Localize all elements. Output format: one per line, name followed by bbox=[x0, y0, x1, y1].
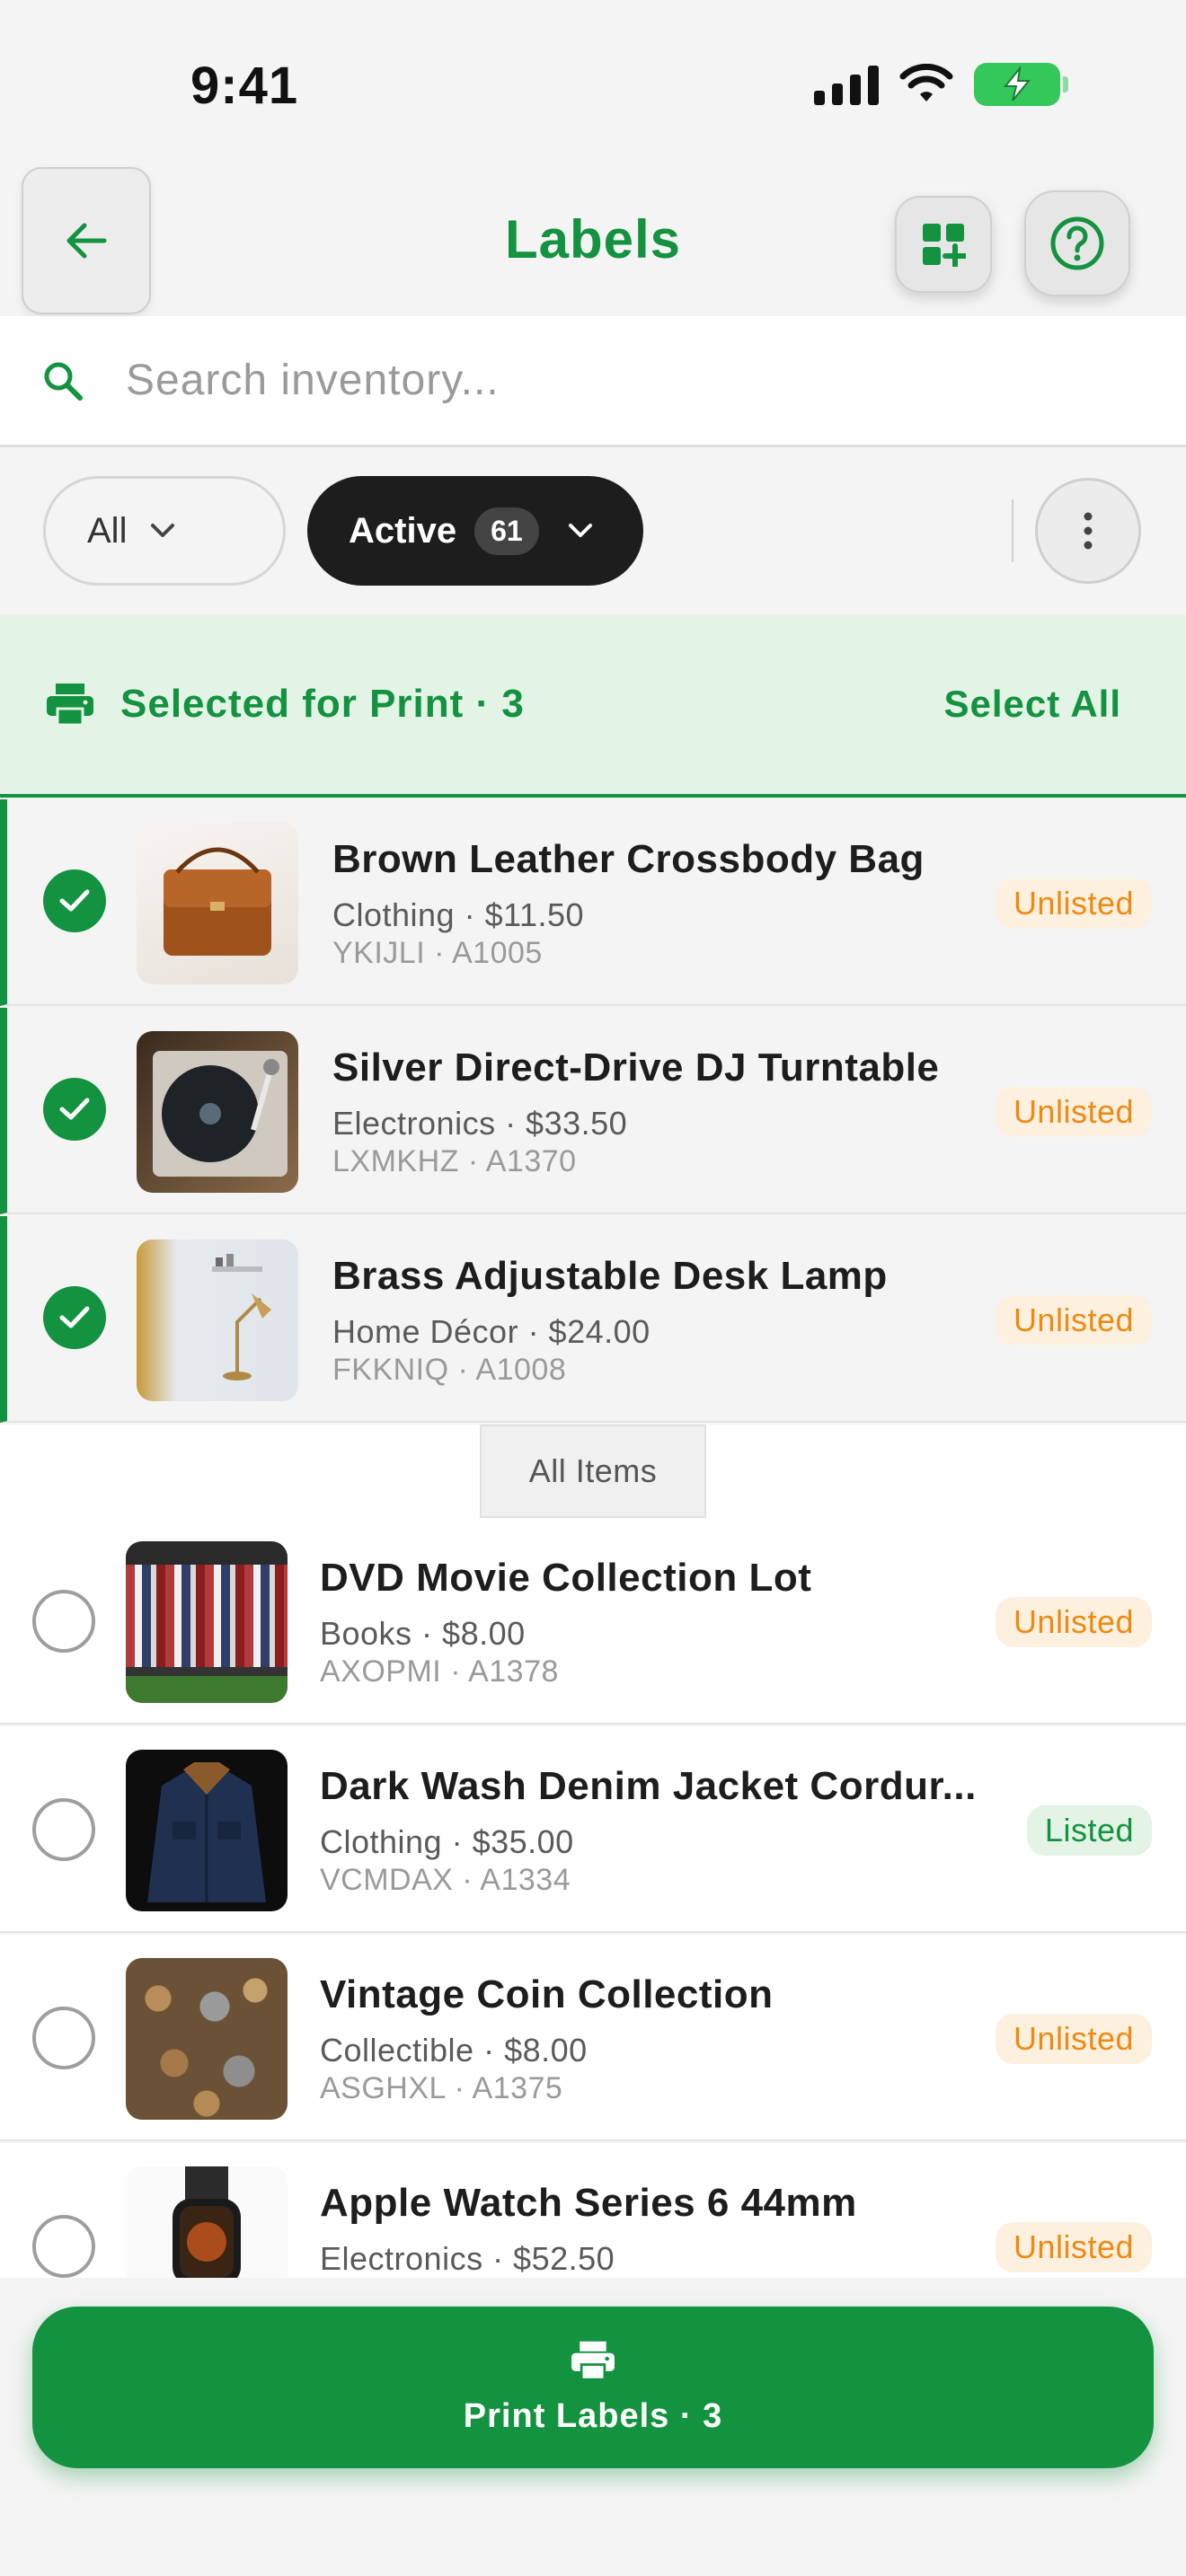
unchecked-checkbox[interactable] bbox=[32, 1590, 95, 1653]
item-sku: VCMDAX · A1334 bbox=[320, 1863, 571, 1897]
item-title: Brown Leather Crossbody Bag bbox=[332, 837, 925, 881]
filter-divider bbox=[1012, 499, 1013, 562]
search-input[interactable] bbox=[126, 356, 1114, 405]
check-icon bbox=[59, 889, 90, 912]
selected-item-row[interactable]: Brown Leather Crossbody Bag Clothing · $… bbox=[0, 799, 1186, 1006]
more-options-button[interactable] bbox=[1035, 478, 1141, 584]
selected-item-row[interactable]: Brass Adjustable Desk Lamp Home Décor · … bbox=[0, 1216, 1186, 1423]
item-category-price: Home Décor · $24.00 bbox=[332, 1313, 651, 1350]
item-title: DVD Movie Collection Lot bbox=[320, 1556, 812, 1600]
filter-active-label: Active bbox=[349, 510, 457, 551]
item-category-price: Clothing · $11.50 bbox=[332, 896, 585, 933]
item-category-price: Electronics · $33.50 bbox=[332, 1105, 628, 1142]
item-category-price: Electronics · $52.50 bbox=[320, 2240, 615, 2277]
item-title: Dark Wash Denim Jacket Cordur... bbox=[320, 1764, 977, 1808]
grid-plus-icon bbox=[923, 224, 966, 267]
chevron-down-icon bbox=[151, 524, 175, 537]
item-sku: YKIJLI · A1005 bbox=[332, 936, 543, 970]
item-row[interactable]: Vintage Coin Collection Collectible · $8… bbox=[0, 1935, 1186, 2141]
status-badge: Unlisted bbox=[995, 2014, 1152, 2064]
filter-bar: All Active 61 bbox=[0, 449, 1186, 614]
item-title: Vintage Coin Collection bbox=[320, 1972, 774, 2016]
printer-icon bbox=[47, 684, 93, 727]
unchecked-checkbox[interactable] bbox=[32, 1798, 95, 1861]
item-thumbnail bbox=[126, 1958, 288, 2120]
item-thumbnail bbox=[126, 1541, 288, 1703]
battery-charging-icon bbox=[974, 63, 1068, 106]
search-icon bbox=[44, 362, 83, 401]
active-count-badge: 61 bbox=[474, 507, 539, 555]
item-sku: LXMKHZ · A1370 bbox=[332, 1144, 577, 1178]
status-badge: Unlisted bbox=[995, 1087, 1152, 1137]
header: Labels bbox=[0, 162, 1186, 316]
bottom-action-bar: Print Labels · 3 bbox=[0, 2278, 1186, 2576]
unchecked-checkbox[interactable] bbox=[32, 2215, 95, 2278]
filter-all-label: All bbox=[87, 510, 128, 551]
status-badge: Unlisted bbox=[995, 878, 1152, 929]
print-labels-button[interactable]: Print Labels · 3 bbox=[32, 2307, 1154, 2468]
status-badge: Unlisted bbox=[995, 2222, 1152, 2272]
page-title: Labels bbox=[504, 209, 682, 269]
check-icon bbox=[59, 1306, 90, 1328]
help-button[interactable] bbox=[1024, 190, 1130, 296]
status-badge: Listed bbox=[1026, 1805, 1152, 1856]
status-badge: Unlisted bbox=[995, 1295, 1152, 1345]
item-sku: FKKNIQ · A1008 bbox=[332, 1353, 567, 1387]
status-time: 9:41 bbox=[190, 57, 299, 115]
section-label-all-items: All Items bbox=[480, 1425, 706, 1518]
item-category-price: Collectible · $8.00 bbox=[320, 2032, 588, 2069]
item-title: Silver Direct-Drive DJ Turntable bbox=[332, 1045, 940, 1090]
item-row[interactable]: Dark Wash Denim Jacket Cordur... Clothin… bbox=[0, 1726, 1186, 1933]
wifi-icon bbox=[899, 64, 953, 101]
filter-all-dropdown[interactable]: All bbox=[43, 476, 286, 586]
selected-item-row[interactable]: Silver Direct-Drive DJ Turntable Electro… bbox=[0, 1008, 1186, 1214]
printer-icon-wrap bbox=[45, 682, 97, 727]
status-icons bbox=[814, 63, 1068, 106]
item-title: Apple Watch Series 6 44mm bbox=[320, 2181, 857, 2225]
help-circle-icon bbox=[1050, 216, 1104, 270]
filter-active-dropdown[interactable]: Active 61 bbox=[307, 476, 643, 586]
selection-banner: Selected for Print · 3 Select All bbox=[0, 614, 1186, 798]
item-thumbnail bbox=[137, 1031, 298, 1193]
item-thumbnail bbox=[137, 1239, 298, 1401]
search-bar bbox=[0, 316, 1186, 447]
checked-checkbox[interactable] bbox=[43, 869, 106, 932]
chevron-down-icon bbox=[568, 524, 592, 537]
print-labels-label: Print Labels · 3 bbox=[463, 2396, 723, 2435]
item-category-price: Books · $8.00 bbox=[320, 1615, 526, 1652]
more-vertical-icon bbox=[1084, 512, 1093, 550]
item-sku: AXOPMI · A1378 bbox=[320, 1654, 559, 1689]
checked-checkbox[interactable] bbox=[43, 1078, 106, 1141]
cellular-signal-icon bbox=[814, 64, 879, 105]
check-icon bbox=[59, 1098, 90, 1120]
checked-checkbox[interactable] bbox=[43, 1286, 106, 1349]
item-sku: ASGHXL · A1375 bbox=[320, 2071, 563, 2105]
status-badge: Unlisted bbox=[995, 1597, 1152, 1647]
item-thumbnail bbox=[137, 823, 298, 984]
search-icon-wrap bbox=[0, 359, 126, 402]
select-all-button[interactable]: Select All bbox=[943, 683, 1121, 726]
item-category-price: Clothing · $35.00 bbox=[320, 1823, 574, 1860]
unchecked-checkbox[interactable] bbox=[32, 2007, 95, 2069]
item-thumbnail bbox=[126, 1750, 288, 1911]
item-title: Brass Adjustable Desk Lamp bbox=[332, 1254, 888, 1298]
printer-icon bbox=[571, 2341, 615, 2381]
item-row[interactable]: DVD Movie Collection Lot Books · $8.00 A… bbox=[0, 1518, 1186, 1725]
selected-count-label: Selected for Print · 3 bbox=[120, 682, 525, 726]
status-bar: 9:41 bbox=[0, 0, 1186, 162]
add-grid-button[interactable] bbox=[895, 196, 992, 293]
